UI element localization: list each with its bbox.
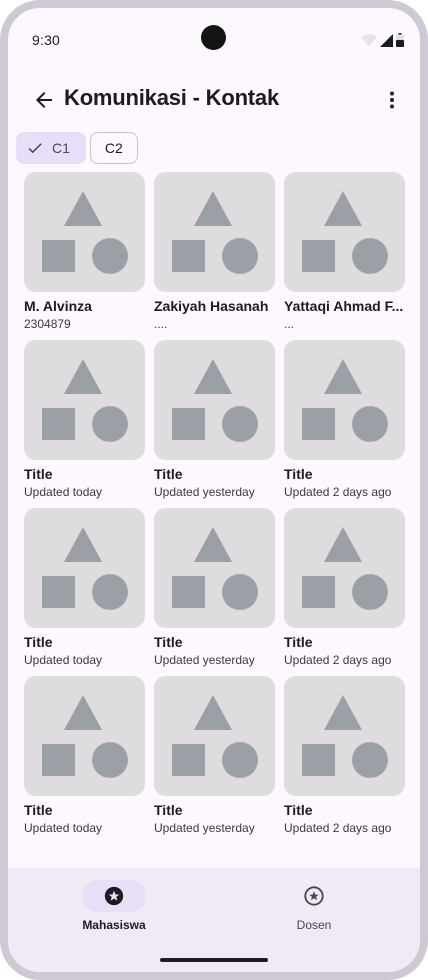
status-bar: 9:30: [8, 8, 420, 60]
top-app-bar: Komunikasi - Kontak: [8, 68, 420, 132]
card-subtitle: Updated 2 days ago: [284, 821, 392, 835]
nav-item-dosen[interactable]: Dosen: [234, 880, 394, 940]
shapes-placeholder-icon: [302, 191, 388, 274]
camera-cutout: [201, 25, 226, 50]
card-title: Title: [24, 802, 53, 818]
grid-card[interactable]: Yattaqi Ahmad F......: [284, 172, 405, 340]
image-placeholder: [154, 340, 275, 460]
grid-card[interactable]: Title Updated yesterday: [154, 340, 275, 508]
shapes-placeholder-icon: [42, 191, 128, 274]
grid-card[interactable]: Title Updated 2 days ago: [284, 676, 405, 844]
card-subtitle: Updated yesterday: [154, 653, 255, 667]
nav-label: Mahasiswa: [82, 918, 146, 932]
grid-card[interactable]: M. Alvinza 2304879: [24, 172, 145, 340]
image-placeholder: [24, 172, 145, 292]
status-icons: [361, 33, 404, 47]
more-vert-icon: [390, 91, 394, 109]
card-subtitle: Updated 2 days ago: [284, 485, 392, 499]
image-placeholder: [154, 676, 275, 796]
card-title: Title: [24, 634, 53, 650]
nav-active-indicator: [82, 880, 146, 912]
image-placeholder: [154, 172, 275, 292]
nav-item-mahasiswa[interactable]: Mahasiswa: [34, 880, 194, 940]
contact-grid: M. Alvinza 2304879 Zakiyah Hasanah.... Yatt…: [24, 172, 405, 844]
status-time: 9:30: [32, 32, 61, 48]
bottom-navigation-bar: Mahasiswa Dosen: [8, 868, 420, 972]
card-subtitle: Updated today: [24, 653, 103, 667]
card-title: Zakiyah Hasanah: [154, 298, 269, 314]
card-subtitle: 2304879: [24, 317, 71, 331]
image-placeholder: [284, 340, 405, 460]
chip-label: C1: [52, 140, 70, 156]
shapes-placeholder-icon: [172, 191, 258, 274]
grid-card[interactable]: Title Updated 2 days ago: [284, 340, 405, 508]
card-title: Yattaqi Ahmad F...: [284, 298, 404, 314]
card-subtitle: Updated today: [24, 821, 103, 835]
grid-card[interactable]: Title Updated today: [24, 508, 145, 676]
grid-card[interactable]: Title Updated 2 days ago: [284, 508, 405, 676]
chip-label: C2: [104, 140, 123, 156]
chip-c1[interactable]: C1: [16, 132, 86, 164]
more-options-button[interactable]: [368, 76, 416, 124]
image-placeholder: [154, 508, 275, 628]
image-placeholder: [284, 508, 405, 628]
nav-indicator: [282, 880, 346, 912]
star-circle-icon: [104, 886, 124, 906]
image-placeholder: [24, 676, 145, 796]
wifi-icon: [361, 34, 377, 47]
card-title: Title: [284, 466, 313, 482]
card-subtitle: ....: [154, 317, 168, 331]
card-subtitle: Updated today: [24, 485, 103, 499]
image-placeholder: [284, 676, 405, 796]
card-title: Title: [154, 634, 183, 650]
card-title: Title: [284, 802, 313, 818]
grid-card[interactable]: Zakiyah Hasanah....: [154, 172, 275, 340]
filter-chips: C1 C2: [16, 132, 138, 164]
card-title: Title: [154, 802, 183, 818]
shapes-placeholder-icon: [172, 527, 258, 610]
shapes-placeholder-icon: [302, 527, 388, 610]
nav-label: Dosen: [296, 918, 332, 932]
card-subtitle: ...: [284, 317, 295, 331]
back-button[interactable]: [20, 76, 68, 124]
card-subtitle: Updated yesterday: [154, 485, 255, 499]
battery-icon: [396, 33, 404, 47]
check-icon: [26, 139, 44, 157]
card-subtitle: Updated yesterday: [154, 821, 255, 835]
image-placeholder: [24, 340, 145, 460]
card-title: Title: [24, 466, 53, 482]
shapes-placeholder-icon: [172, 695, 258, 778]
grid-card[interactable]: Title Updated yesterday: [154, 508, 275, 676]
card-title: Title: [284, 634, 313, 650]
page-title: Komunikasi - Kontak: [64, 85, 280, 110]
star-circle-outline-icon: [304, 886, 324, 906]
shapes-placeholder-icon: [302, 695, 388, 778]
home-indicator[interactable]: [160, 958, 268, 962]
card-title: M. Alvinza: [24, 298, 92, 314]
chip-c2[interactable]: C2: [89, 132, 138, 164]
shapes-placeholder-icon: [42, 359, 128, 442]
shapes-placeholder-icon: [172, 359, 258, 442]
grid-card[interactable]: Title Updated today: [24, 676, 145, 844]
card-subtitle: Updated 2 days ago: [284, 653, 392, 667]
image-placeholder: [24, 508, 145, 628]
grid-card[interactable]: Title Updated today: [24, 340, 145, 508]
cellular-signal-icon: [380, 34, 393, 47]
shapes-placeholder-icon: [302, 359, 388, 442]
arrow-back-icon: [36, 92, 52, 108]
grid-card[interactable]: Title Updated yesterday: [154, 676, 275, 844]
shapes-placeholder-icon: [42, 527, 128, 610]
phone-screen: 9:30 Komunikasi - Kontak C1 C2 M. Alvinz…: [0, 0, 428, 980]
card-title: Title: [154, 466, 183, 482]
shapes-placeholder-icon: [42, 695, 128, 778]
image-placeholder: [284, 172, 405, 292]
